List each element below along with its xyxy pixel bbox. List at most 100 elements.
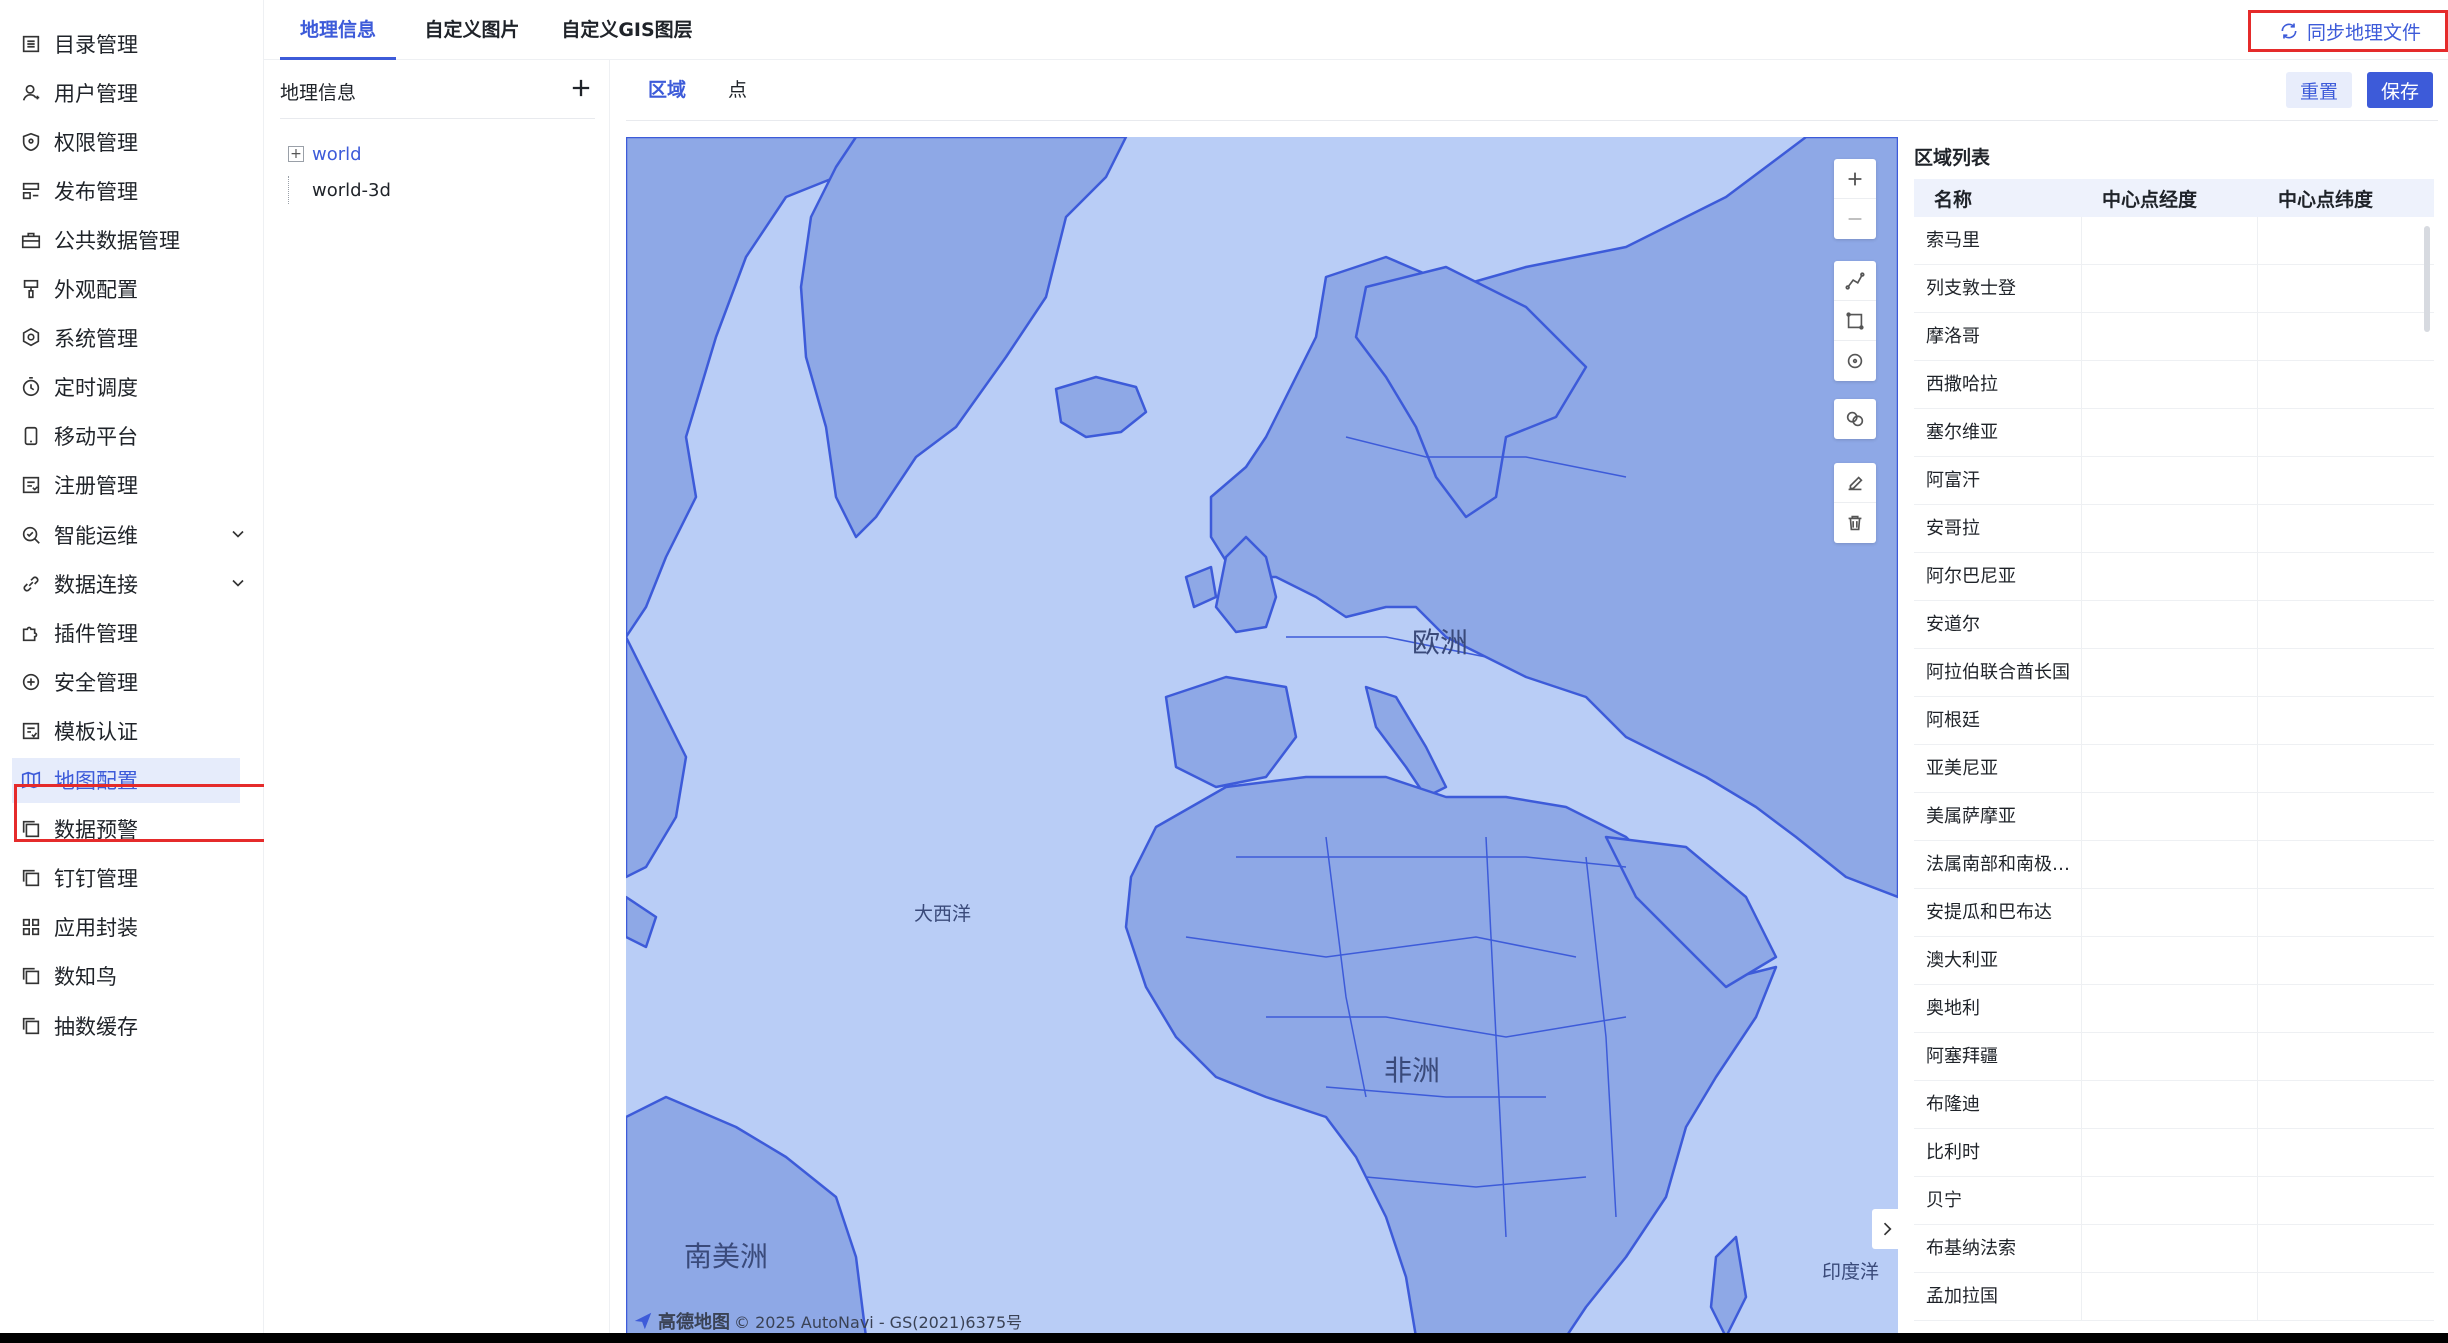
table-row[interactable]: 阿尔巴尼亚 bbox=[1914, 552, 2434, 601]
region-lat-cell[interactable] bbox=[2258, 841, 2434, 889]
region-lng-cell[interactable] bbox=[2082, 1224, 2258, 1273]
reset-button[interactable]: 重置 bbox=[2286, 72, 2353, 108]
region-lng-cell[interactable] bbox=[2082, 1176, 2258, 1225]
tab-geo-info[interactable]: 地理信息 bbox=[280, 0, 396, 60]
region-lng-cell[interactable] bbox=[2082, 1272, 2258, 1321]
table-row[interactable]: 安提瓜和巴布达 bbox=[1914, 888, 2434, 937]
sidebar-item-7[interactable]: 系统管理 bbox=[20, 316, 250, 361]
sidebar-item-19[interactable]: 应用封装 bbox=[20, 905, 250, 950]
sidebar-item-13[interactable]: 插件管理 bbox=[20, 610, 250, 655]
sidebar-item-2[interactable]: 用户管理 bbox=[20, 70, 250, 115]
save-button[interactable]: 保存 bbox=[2367, 72, 2434, 108]
region-lat-cell[interactable] bbox=[2258, 1129, 2434, 1177]
table-row[interactable]: 美属萨摩亚 bbox=[1914, 792, 2434, 841]
map-view[interactable]: 欧洲 大西洋 非洲 南美洲 印度洋 高德地图 © 2025 AutoNavi -… bbox=[626, 137, 1898, 1337]
tree-node-world[interactable]: + world bbox=[288, 138, 362, 170]
region-lng-cell[interactable] bbox=[2082, 792, 2258, 841]
delete-icon[interactable] bbox=[1834, 503, 1876, 543]
region-lng-cell[interactable] bbox=[2082, 888, 2258, 937]
sidebar-item-6[interactable]: 外观配置 bbox=[20, 267, 250, 312]
overlap-icon[interactable] bbox=[1834, 399, 1876, 439]
table-row[interactable]: 阿塞拜疆 bbox=[1914, 1032, 2434, 1081]
sidebar-item-8[interactable]: 定时调度 bbox=[20, 365, 250, 410]
table-row[interactable]: 索马里 bbox=[1914, 217, 2434, 265]
region-lat-cell[interactable] bbox=[2258, 601, 2434, 649]
region-lng-cell[interactable] bbox=[2082, 984, 2258, 1033]
table-row[interactable]: 布基纳法索 bbox=[1914, 1224, 2434, 1273]
region-lng-cell[interactable] bbox=[2082, 312, 2258, 361]
table-row[interactable]: 比利时 bbox=[1914, 1128, 2434, 1177]
table-row[interactable]: 布隆迪 bbox=[1914, 1080, 2434, 1129]
sidebar-item-10[interactable]: 注册管理 bbox=[20, 463, 250, 508]
region-lat-cell[interactable] bbox=[2258, 1033, 2434, 1081]
sidebar-item-1[interactable]: 目录管理 bbox=[20, 21, 250, 66]
region-lat-cell[interactable] bbox=[2258, 217, 2434, 265]
circle-icon[interactable] bbox=[1834, 341, 1876, 381]
region-lng-cell[interactable] bbox=[2082, 552, 2258, 601]
tab-custom-gis-layer[interactable]: 自定义GIS图层 bbox=[542, 0, 712, 60]
chevron-down-icon[interactable] bbox=[228, 524, 248, 544]
region-lng-cell[interactable] bbox=[2082, 696, 2258, 745]
table-row[interactable]: 安道尔 bbox=[1914, 600, 2434, 649]
edit-icon[interactable] bbox=[1834, 463, 1876, 503]
region-lat-cell[interactable] bbox=[2258, 745, 2434, 793]
table-row[interactable]: 阿根廷 bbox=[1914, 696, 2434, 745]
region-lng-cell[interactable] bbox=[2082, 1080, 2258, 1129]
region-lat-cell[interactable] bbox=[2258, 985, 2434, 1033]
add-icon[interactable] bbox=[567, 74, 595, 102]
region-lng-cell[interactable] bbox=[2082, 360, 2258, 409]
tree-node-world-3d[interactable]: world-3d bbox=[288, 174, 391, 206]
region-lat-cell[interactable] bbox=[2258, 553, 2434, 601]
sidebar-item-11[interactable]: 智能运维 bbox=[20, 512, 250, 557]
table-row[interactable]: 奥地利 bbox=[1914, 984, 2434, 1033]
region-lng-cell[interactable] bbox=[2082, 840, 2258, 889]
region-lng-cell[interactable] bbox=[2082, 936, 2258, 985]
zoom-out-icon[interactable] bbox=[1834, 199, 1876, 239]
region-lat-cell[interactable] bbox=[2258, 505, 2434, 553]
tab-custom-image[interactable]: 自定义图片 bbox=[412, 0, 532, 60]
table-row[interactable]: 法属南部和南极… bbox=[1914, 840, 2434, 889]
table-row[interactable]: 孟加拉国 bbox=[1914, 1272, 2434, 1321]
region-lat-cell[interactable] bbox=[2258, 697, 2434, 745]
expand-icon[interactable]: + bbox=[288, 146, 304, 162]
zoom-in-icon[interactable] bbox=[1834, 159, 1876, 199]
sidebar-item-9[interactable]: 移动平台 bbox=[20, 414, 250, 459]
table-row[interactable]: 塞尔维亚 bbox=[1914, 408, 2434, 457]
tab-point[interactable]: 点 bbox=[728, 72, 768, 116]
table-scrollbar[interactable] bbox=[2424, 226, 2430, 332]
region-lng-cell[interactable] bbox=[2082, 408, 2258, 457]
region-lng-cell[interactable] bbox=[2082, 217, 2258, 265]
table-row[interactable]: 亚美尼亚 bbox=[1914, 744, 2434, 793]
region-lng-cell[interactable] bbox=[2082, 600, 2258, 649]
table-row[interactable]: 摩洛哥 bbox=[1914, 312, 2434, 361]
polyline-icon[interactable] bbox=[1834, 261, 1876, 301]
region-lat-cell[interactable] bbox=[2258, 361, 2434, 409]
region-lat-cell[interactable] bbox=[2258, 1225, 2434, 1273]
table-row[interactable]: 贝宁 bbox=[1914, 1176, 2434, 1225]
region-lat-cell[interactable] bbox=[2258, 889, 2434, 937]
table-row[interactable]: 列支敦士登 bbox=[1914, 264, 2434, 313]
region-lat-cell[interactable] bbox=[2258, 793, 2434, 841]
rectangle-icon[interactable] bbox=[1834, 301, 1876, 341]
region-lng-cell[interactable] bbox=[2082, 264, 2258, 313]
region-lng-cell[interactable] bbox=[2082, 1032, 2258, 1081]
sidebar-item-3[interactable]: 权限管理 bbox=[20, 119, 250, 164]
region-lng-cell[interactable] bbox=[2082, 456, 2258, 505]
region-lng-cell[interactable] bbox=[2082, 1128, 2258, 1177]
region-lat-cell[interactable] bbox=[2258, 1081, 2434, 1129]
sidebar-item-5[interactable]: 公共数据管理 bbox=[20, 217, 250, 262]
table-row[interactable]: 阿富汗 bbox=[1914, 456, 2434, 505]
region-lat-cell[interactable] bbox=[2258, 649, 2434, 697]
region-lat-cell[interactable] bbox=[2258, 1177, 2434, 1225]
region-lat-cell[interactable] bbox=[2258, 1273, 2434, 1321]
table-row[interactable]: 阿拉伯联合酋长国 bbox=[1914, 648, 2434, 697]
region-lng-cell[interactable] bbox=[2082, 648, 2258, 697]
sidebar-item-12[interactable]: 数据连接 bbox=[20, 561, 250, 606]
table-row[interactable]: 西撒哈拉 bbox=[1914, 360, 2434, 409]
region-lat-cell[interactable] bbox=[2258, 265, 2434, 313]
sidebar-item-20[interactable]: 数知鸟 bbox=[20, 954, 250, 999]
region-lng-cell[interactable] bbox=[2082, 744, 2258, 793]
collapse-panel-button[interactable] bbox=[1872, 1209, 1898, 1249]
region-lat-cell[interactable] bbox=[2258, 313, 2434, 361]
table-body[interactable]: 索马里 列支敦士登 摩洛哥 西撒哈拉 塞尔维亚 阿富汗 安哥拉 阿尔巴尼亚 安道尔 阿拉伯联合酋长… bbox=[1914, 217, 2434, 1337]
